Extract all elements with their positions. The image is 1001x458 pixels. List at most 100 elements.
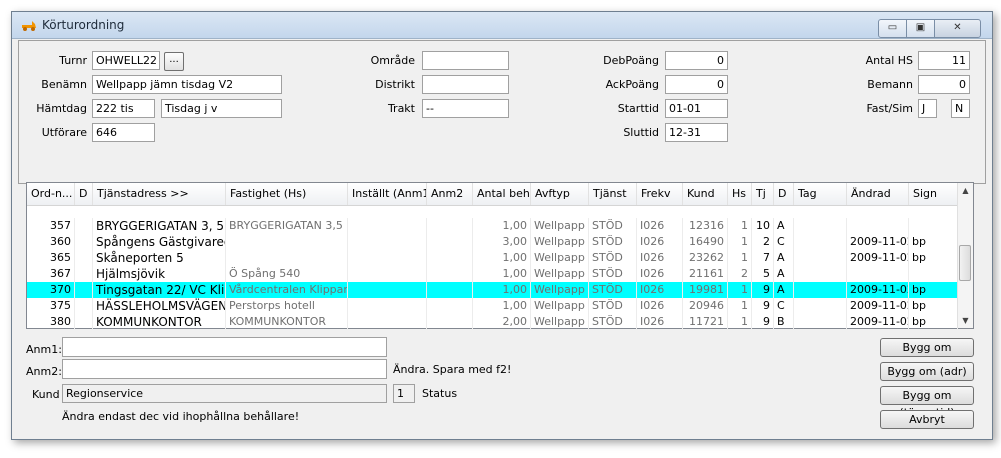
col-header-ord[interactable]: Ord-n...	[27, 183, 75, 205]
cell-d2: A	[774, 218, 794, 234]
cell-anm2	[427, 314, 473, 330]
debpoang-label: DebPoäng	[603, 54, 659, 67]
col-header-d[interactable]: D	[75, 183, 93, 205]
cell-tjanst: STÖD	[589, 314, 637, 330]
starttid-field[interactable]: 01-01	[665, 99, 728, 118]
col-header-tag[interactable]: Tag	[794, 183, 847, 205]
table-row[interactable]: 367 Hjälmsjövik Ö Spång 540 1,00 Wellpap…	[27, 266, 958, 282]
turnr-field[interactable]: OHWELL22	[92, 51, 160, 70]
sim-field[interactable]: N	[951, 99, 970, 118]
ackpoang-label: AckPoäng	[605, 78, 659, 91]
fast-field[interactable]: J	[918, 99, 937, 118]
utforare-label: Utförare	[41, 126, 87, 139]
antal-hs-field[interactable]: 11	[918, 51, 970, 70]
benamn-field[interactable]: Wellpapp jämn tisdag V2	[92, 75, 282, 94]
cell-ord: 365	[27, 250, 75, 266]
col-header-tj[interactable]: Tj	[752, 183, 774, 205]
cell-d	[75, 234, 93, 250]
cell-andrad: 2009-11-02	[847, 250, 909, 266]
sluttid-field[interactable]: 12-31	[665, 123, 728, 142]
scroll-down-arrow-icon[interactable]: ▼	[958, 313, 973, 328]
col-header-installt[interactable]: Inställt (Anm1)	[348, 183, 427, 205]
distrikt-field[interactable]	[422, 75, 509, 94]
col-header-hs[interactable]: Hs	[728, 183, 752, 205]
cell-anm2	[427, 266, 473, 282]
table-row[interactable]: 380 KOMMUNKONTOR KOMMUNKONTOR 2,00 Wellp…	[27, 314, 958, 330]
cell-avftyp: Wellpapp	[531, 218, 589, 234]
anm2-field[interactable]	[62, 359, 387, 379]
utforare-field[interactable]: 646	[92, 123, 155, 142]
table-row[interactable]: 360 Spångens Gästgivaregård 3,00 Wellpap…	[27, 234, 958, 250]
close-button[interactable]: ✕	[934, 19, 981, 38]
table-row-selected[interactable]: 370 Tingsgatan 22/ VC Klippan Vårdcentra…	[27, 282, 958, 298]
ackpoang-field[interactable]: 0	[665, 75, 728, 94]
col-header-sign[interactable]: Sign	[909, 183, 958, 205]
bygg-om-adr-button[interactable]: Bygg om (adr)	[880, 362, 974, 381]
maximize-button[interactable]: ▣	[906, 19, 935, 38]
col-header-kund[interactable]: Kund	[683, 183, 728, 205]
header-panel: Turnr OHWELL22 ... Benämn Wellpapp jämn …	[18, 40, 986, 184]
cell-hs: 2	[728, 266, 752, 282]
trakt-field[interactable]: --	[422, 99, 509, 118]
col-header-antal-beh[interactable]: Antal beh	[473, 183, 531, 205]
hamtdag-field[interactable]: 222 tis	[92, 99, 155, 118]
debpoang-field[interactable]: 0	[665, 51, 728, 70]
cell-avftyp: Wellpapp	[531, 234, 589, 250]
cell-antal: 1,00	[473, 266, 531, 282]
route-order-grid[interactable]: Ord-n... D Tjänstadress >> Fastighet (Hs…	[26, 182, 974, 330]
col-header-frekv[interactable]: Frekv	[637, 183, 683, 205]
bemann-field[interactable]: 0	[918, 75, 970, 94]
table-row[interactable]: 365 Skåneporten 5 1,00 Wellpapp STÖD I02…	[27, 250, 958, 266]
anm1-field[interactable]	[62, 337, 387, 357]
cell-avftyp: Wellpapp	[531, 314, 589, 330]
cell-adress: Skåneporten 5	[93, 250, 226, 266]
anm1-label: Anm1:	[26, 343, 62, 356]
cell-d2: C	[774, 234, 794, 250]
cell-antal: 2,00	[473, 314, 531, 330]
minimize-button[interactable]: ▭	[878, 19, 907, 38]
cell-d2: C	[774, 298, 794, 314]
col-header-anm2[interactable]: Anm2	[427, 183, 473, 205]
col-header-andrad[interactable]: Ändrad	[847, 183, 909, 205]
bygg-om-tomn-button[interactable]: Bygg om (tömn.tid)	[880, 386, 974, 419]
cell-frekv: I026	[637, 282, 683, 298]
cell-adress: Hjälmsjövik	[93, 266, 226, 282]
cell-adress: KOMMUNKONTOR	[93, 314, 226, 330]
cell-tag	[794, 266, 847, 282]
hamtdag-text-field[interactable]: Tisdag j v	[161, 99, 282, 118]
close-icon: ✕	[953, 22, 962, 33]
turnr-lookup-button[interactable]: ...	[164, 52, 184, 71]
cell-frekv: I026	[637, 314, 683, 330]
col-header-d2[interactable]: D	[774, 183, 794, 205]
cell-frekv: I026	[637, 218, 683, 234]
status-field: 1	[393, 384, 415, 403]
col-header-tjanst[interactable]: Tjänst	[589, 183, 637, 205]
cell-kund: 21161	[683, 266, 728, 282]
cell-tj: 9	[752, 282, 774, 298]
cell-fastighet: Perstorps hotell	[226, 298, 348, 314]
scroll-up-arrow-icon[interactable]: ▲	[958, 183, 973, 198]
omrade-field[interactable]	[422, 51, 509, 70]
antal-hs-label: Antal HS	[865, 54, 913, 67]
table-row[interactable]: 357 BRYGGERIGATAN 3, 5 BRYGGERIGATAN 3,5…	[27, 218, 958, 234]
turnr-label: Turnr	[59, 54, 87, 67]
grid-vertical-scrollbar[interactable]: ▲ ▼	[957, 183, 973, 328]
bygg-om-button[interactable]: Bygg om	[880, 338, 974, 357]
col-header-fastighet[interactable]: Fastighet (Hs)	[226, 183, 348, 205]
cell-tjanst: STÖD	[589, 298, 637, 314]
title-bar[interactable]: Körturordning ▭ ▣ ✕	[12, 12, 992, 39]
cell-hs: 1	[728, 250, 752, 266]
table-row[interactable]: 375 HÄSSLEHOLMSVÄGEN 2 Perstorps hotell …	[27, 298, 958, 314]
col-header-tjanstadress[interactable]: Tjänstadress >>	[93, 183, 226, 205]
scroll-thumb[interactable]	[959, 245, 971, 281]
cell-kund: 11721	[683, 314, 728, 330]
col-header-avftyp[interactable]: Avftyp	[531, 183, 589, 205]
cell-kund: 12316	[683, 218, 728, 234]
kund-field: Regionservice	[62, 384, 387, 403]
avbryt-button[interactable]: Avbryt	[880, 410, 974, 429]
cell-antal: 1,00	[473, 250, 531, 266]
cell-andrad: 2009-11-02	[847, 282, 909, 298]
cell-antal: 1,00	[473, 282, 531, 298]
cell-d2: A	[774, 266, 794, 282]
cell-hs: 1	[728, 234, 752, 250]
